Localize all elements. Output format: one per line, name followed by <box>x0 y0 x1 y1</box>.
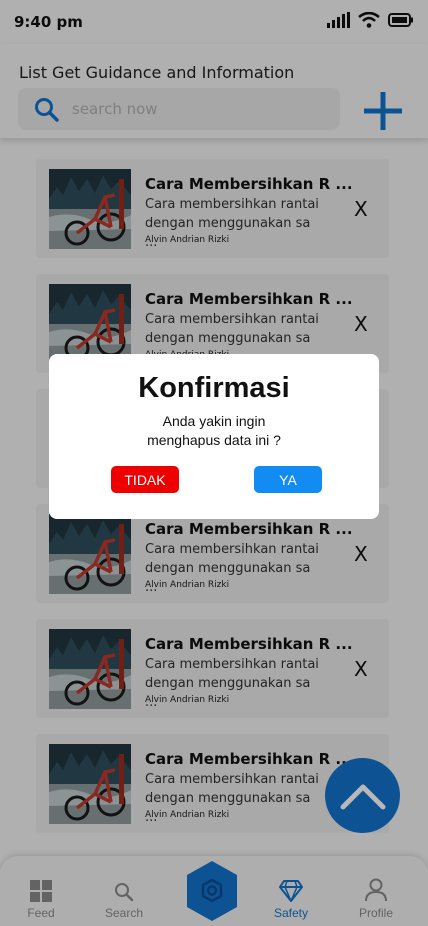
dialog-message: Anda yakin ingin menghapus data ini ? <box>49 412 379 450</box>
dialog-title: Konfirmasi <box>138 372 290 404</box>
dialog-message-line1: Anda yakin ingin <box>162 413 266 429</box>
cancel-button[interactable]: TIDAK <box>111 466 179 493</box>
dialog-message-line2: menghapus data ini ? <box>147 432 281 448</box>
confirm-button[interactable]: YA <box>254 466 322 493</box>
confirm-dialog: Konfirmasi Anda yakin ingin menghapus da… <box>49 354 379 519</box>
